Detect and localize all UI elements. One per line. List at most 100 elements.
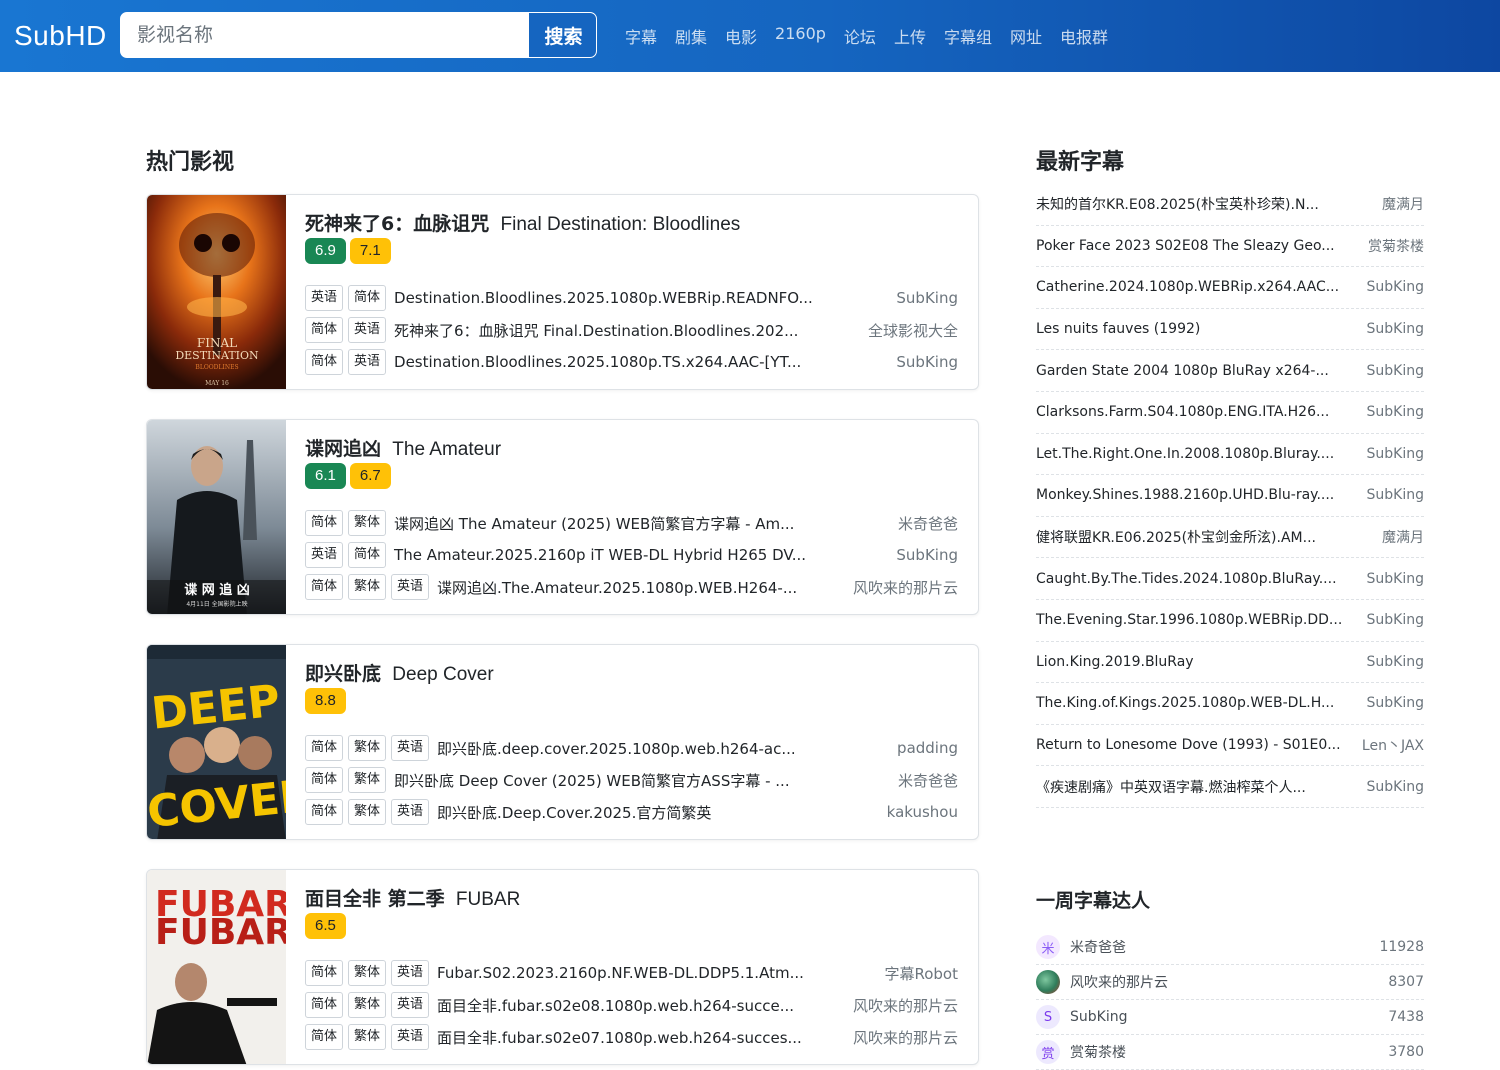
movie-title[interactable]: 面目全非 第二季 FUBAR (305, 884, 520, 911)
latest-subtitle-link[interactable]: The.Evening.Star.1996.1080p.WEBRip.DD... (1036, 612, 1342, 628)
latest-subtitle-author[interactable]: Len丶JAX (1362, 735, 1424, 755)
poster-fubar[interactable]: FUBAR FUBAR (147, 870, 286, 1064)
latest-subtitle-link[interactable]: 未知的首尔KR.E08.2025(朴宝英朴珍荣).N... (1036, 194, 1319, 214)
latest-subtitle-author[interactable]: SubKing (1367, 279, 1424, 295)
subtitle-author[interactable]: 字幕Robot (884, 963, 958, 984)
subtitle-author[interactable]: 米奇爸爸 (898, 770, 958, 791)
movie-title-en[interactable]: FUBAR (456, 889, 520, 910)
lang-tag: 繁体 (348, 574, 387, 600)
lang-tag: 英语 (348, 317, 387, 343)
latest-subtitle-link[interactable]: Monkey.Shines.1988.2160p.UHD.Blu-ray.... (1036, 487, 1334, 503)
search-button[interactable]: 搜索 (529, 13, 596, 57)
subtitle-author[interactable]: 风吹来的那片云 (853, 995, 958, 1016)
subtitle-link[interactable]: Destination.Bloodlines.2025.1080p.TS.x26… (394, 353, 801, 371)
latest-subtitle-author[interactable]: SubKing (1367, 404, 1424, 420)
avatar[interactable]: S (1036, 1005, 1060, 1029)
latest-subtitle-author[interactable]: SubKing (1367, 654, 1424, 670)
nav-item-telegram[interactable]: 电报群 (1060, 24, 1108, 48)
subtitle-author[interactable]: SubKing (896, 546, 958, 564)
latest-subtitle-link[interactable]: Clarksons.Farm.S04.1080p.ENG.ITA.H26... (1036, 404, 1329, 420)
subtitle-link[interactable]: 谍网追凶.The.Amateur.2025.1080p.WEB.H264-... (437, 577, 797, 598)
movie-title-cn[interactable]: 谍网追凶 (305, 438, 381, 460)
movie-title[interactable]: 谍网追凶 The Amateur (305, 434, 501, 461)
latest-subtitle-author[interactable]: SubKing (1367, 779, 1424, 795)
subtitle-link[interactable]: 面目全非.fubar.s02e07.1080p.web.h264-succes.… (437, 1027, 802, 1048)
movie-title-cn[interactable]: 死神来了6：血脉诅咒 (305, 213, 489, 235)
subtitle-link[interactable]: Destination.Bloodlines.2025.1080p.WEBRip… (394, 289, 813, 307)
subtitle-row: 简体 繁体 即兴卧底 Deep Cover (2025) WEB简繁官方ASS字… (305, 764, 958, 796)
list-item: S SubKing 7438 (1036, 1000, 1424, 1035)
search-input[interactable] (121, 13, 529, 57)
poster-the-amateur[interactable]: 谍 网 追 凶 4月11日 全国影院上映 (147, 420, 286, 614)
latest-subtitle-author[interactable]: SubKing (1367, 612, 1424, 628)
latest-subtitle-author[interactable]: SubKing (1367, 571, 1424, 587)
subtitle-link[interactable]: 死神来了6：血脉诅咒 Final.Destination.Bloodlines.… (394, 320, 798, 341)
avatar[interactable]: 赏 (1036, 1040, 1060, 1064)
latest-subtitle-author[interactable]: SubKing (1367, 363, 1424, 379)
subtitle-row: 简体 繁体 英语 面目全非.fubar.s02e07.1080p.web.h26… (305, 1021, 958, 1053)
subtitle-link[interactable]: The Amateur.2025.2160p iT WEB-DL Hybrid … (394, 546, 806, 564)
latest-subtitle-author[interactable]: 魔满月 (1382, 194, 1424, 214)
avatar[interactable] (1036, 970, 1060, 994)
subtitle-link[interactable]: Fubar.S02.2023.2160p.NF.WEB-DL.DDP5.1.At… (437, 964, 804, 982)
latest-subtitle-link[interactable]: 健将联盟KR.E06.2025(朴宝剑金所泫).AM... (1036, 527, 1316, 547)
latest-subtitle-link[interactable]: Let.The.Right.One.In.2008.1080p.Bluray..… (1036, 446, 1334, 462)
nav-item-forum[interactable]: 论坛 (844, 24, 876, 48)
nav-item-series[interactable]: 剧集 (675, 24, 707, 48)
nav-item-subtitles[interactable]: 字幕 (625, 24, 657, 48)
latest-subtitle-author[interactable]: SubKing (1367, 446, 1424, 462)
subtitle-author[interactable]: 米奇爸爸 (898, 513, 958, 534)
latest-subtitle-link[interactable]: Return to Lonesome Dove (1993) - S01E0..… (1036, 737, 1341, 753)
movie-title-cn[interactable]: 即兴卧底 (305, 663, 381, 685)
subtitle-link[interactable]: 即兴卧底.Deep.Cover.2025.官方简繁英 (437, 802, 711, 823)
subtitle-link[interactable]: 即兴卧底 Deep Cover (2025) WEB简繁官方ASS字幕 - ..… (394, 770, 790, 791)
user-name[interactable]: SubKing (1070, 1009, 1388, 1025)
latest-subtitle-link[interactable]: 《疾速剧痛》中英双语字幕.燃油榨菜个人... (1036, 777, 1306, 797)
latest-subtitle-author[interactable]: 魔满月 (1382, 527, 1424, 547)
user-name[interactable]: 赏菊茶楼 (1070, 1042, 1388, 1062)
latest-subtitle-link[interactable]: Poker Face 2023 S02E08 The Sleazy Geo... (1036, 238, 1335, 254)
list-item: Return to Lonesome Dove (1993) - S01E0..… (1036, 725, 1424, 767)
subtitle-author[interactable]: padding (897, 739, 958, 757)
nav-item-2160p[interactable]: 2160p (775, 24, 826, 48)
movie-title-en[interactable]: Deep Cover (392, 664, 493, 685)
latest-subtitle-author[interactable]: SubKing (1367, 487, 1424, 503)
movie-title[interactable]: 死神来了6：血脉诅咒 Final Destination: Bloodlines (305, 209, 740, 236)
latest-subtitle-author[interactable]: SubKing (1367, 695, 1424, 711)
latest-subtitle-link[interactable]: Lion.King.2019.BluRay (1036, 654, 1194, 670)
subtitle-author[interactable]: kakushou (887, 803, 958, 821)
user-name[interactable]: 米奇爸爸 (1070, 937, 1379, 957)
latest-subtitle-link[interactable]: Catherine.2024.1080p.WEBRip.x264.AAC... (1036, 279, 1339, 295)
latest-subtitle-link[interactable]: The.King.of.Kings.2025.1080p.WEB-DL.H... (1036, 695, 1334, 711)
subtitle-link[interactable]: 即兴卧底.deep.cover.2025.1080p.web.h264-ac..… (437, 738, 796, 759)
latest-subtitle-author[interactable]: 赏菊茶楼 (1368, 236, 1424, 256)
movie-title-en[interactable]: Final Destination: Bloodlines (501, 214, 741, 235)
lang-tag: 简体 (348, 285, 387, 311)
nav-item-upload[interactable]: 上传 (894, 24, 926, 48)
nav-item-groups[interactable]: 字幕组 (944, 24, 992, 48)
subtitle-author[interactable]: 风吹来的那片云 (853, 1027, 958, 1048)
latest-subtitle-link[interactable]: Caught.By.The.Tides.2024.1080p.BluRay...… (1036, 571, 1337, 587)
poster-deep-cover[interactable]: DEEP COVER (147, 645, 286, 839)
subtitle-author[interactable]: 全球影视大全 (868, 320, 958, 341)
latest-subtitle-link[interactable]: Les nuits fauves (1992) (1036, 321, 1200, 337)
poster-final-destination[interactable]: FINAL DESTINATION BLOODLINES MAY 16 (147, 195, 286, 389)
subtitle-row: 简体 繁体 英语 即兴卧底.deep.cover.2025.1080p.web.… (305, 732, 958, 764)
subtitle-author[interactable]: 风吹来的那片云 (853, 577, 958, 598)
list-item: 健将联盟KR.E06.2025(朴宝剑金所泫).AM... 魔满月 (1036, 517, 1424, 559)
subtitle-link[interactable]: 面目全非.fubar.s02e08.1080p.web.h264-succe..… (437, 995, 794, 1016)
latest-subtitle-link[interactable]: Garden State 2004 1080p BluRay x264-... (1036, 363, 1329, 379)
movie-title-en[interactable]: The Amateur (392, 439, 501, 460)
latest-subtitle-author[interactable]: SubKing (1367, 321, 1424, 337)
user-name[interactable]: 风吹来的那片云 (1070, 972, 1388, 992)
avatar[interactable]: 米 (1036, 935, 1060, 959)
subtitle-link[interactable]: 谍网追凶 The Amateur (2025) WEB简繁官方字幕 - Am..… (394, 513, 794, 534)
subtitle-author[interactable]: SubKing (896, 353, 958, 371)
nav-item-urls[interactable]: 网址 (1010, 24, 1042, 48)
movie-title[interactable]: 即兴卧底 Deep Cover (305, 659, 494, 686)
movie-title-cn[interactable]: 面目全非 第二季 (305, 888, 445, 910)
site-logo[interactable]: SubHD (14, 20, 107, 52)
subtitle-author[interactable]: SubKing (896, 289, 958, 307)
nav-item-movies[interactable]: 电影 (725, 24, 757, 48)
list-item: Let.The.Right.One.In.2008.1080p.Bluray..… (1036, 434, 1424, 476)
